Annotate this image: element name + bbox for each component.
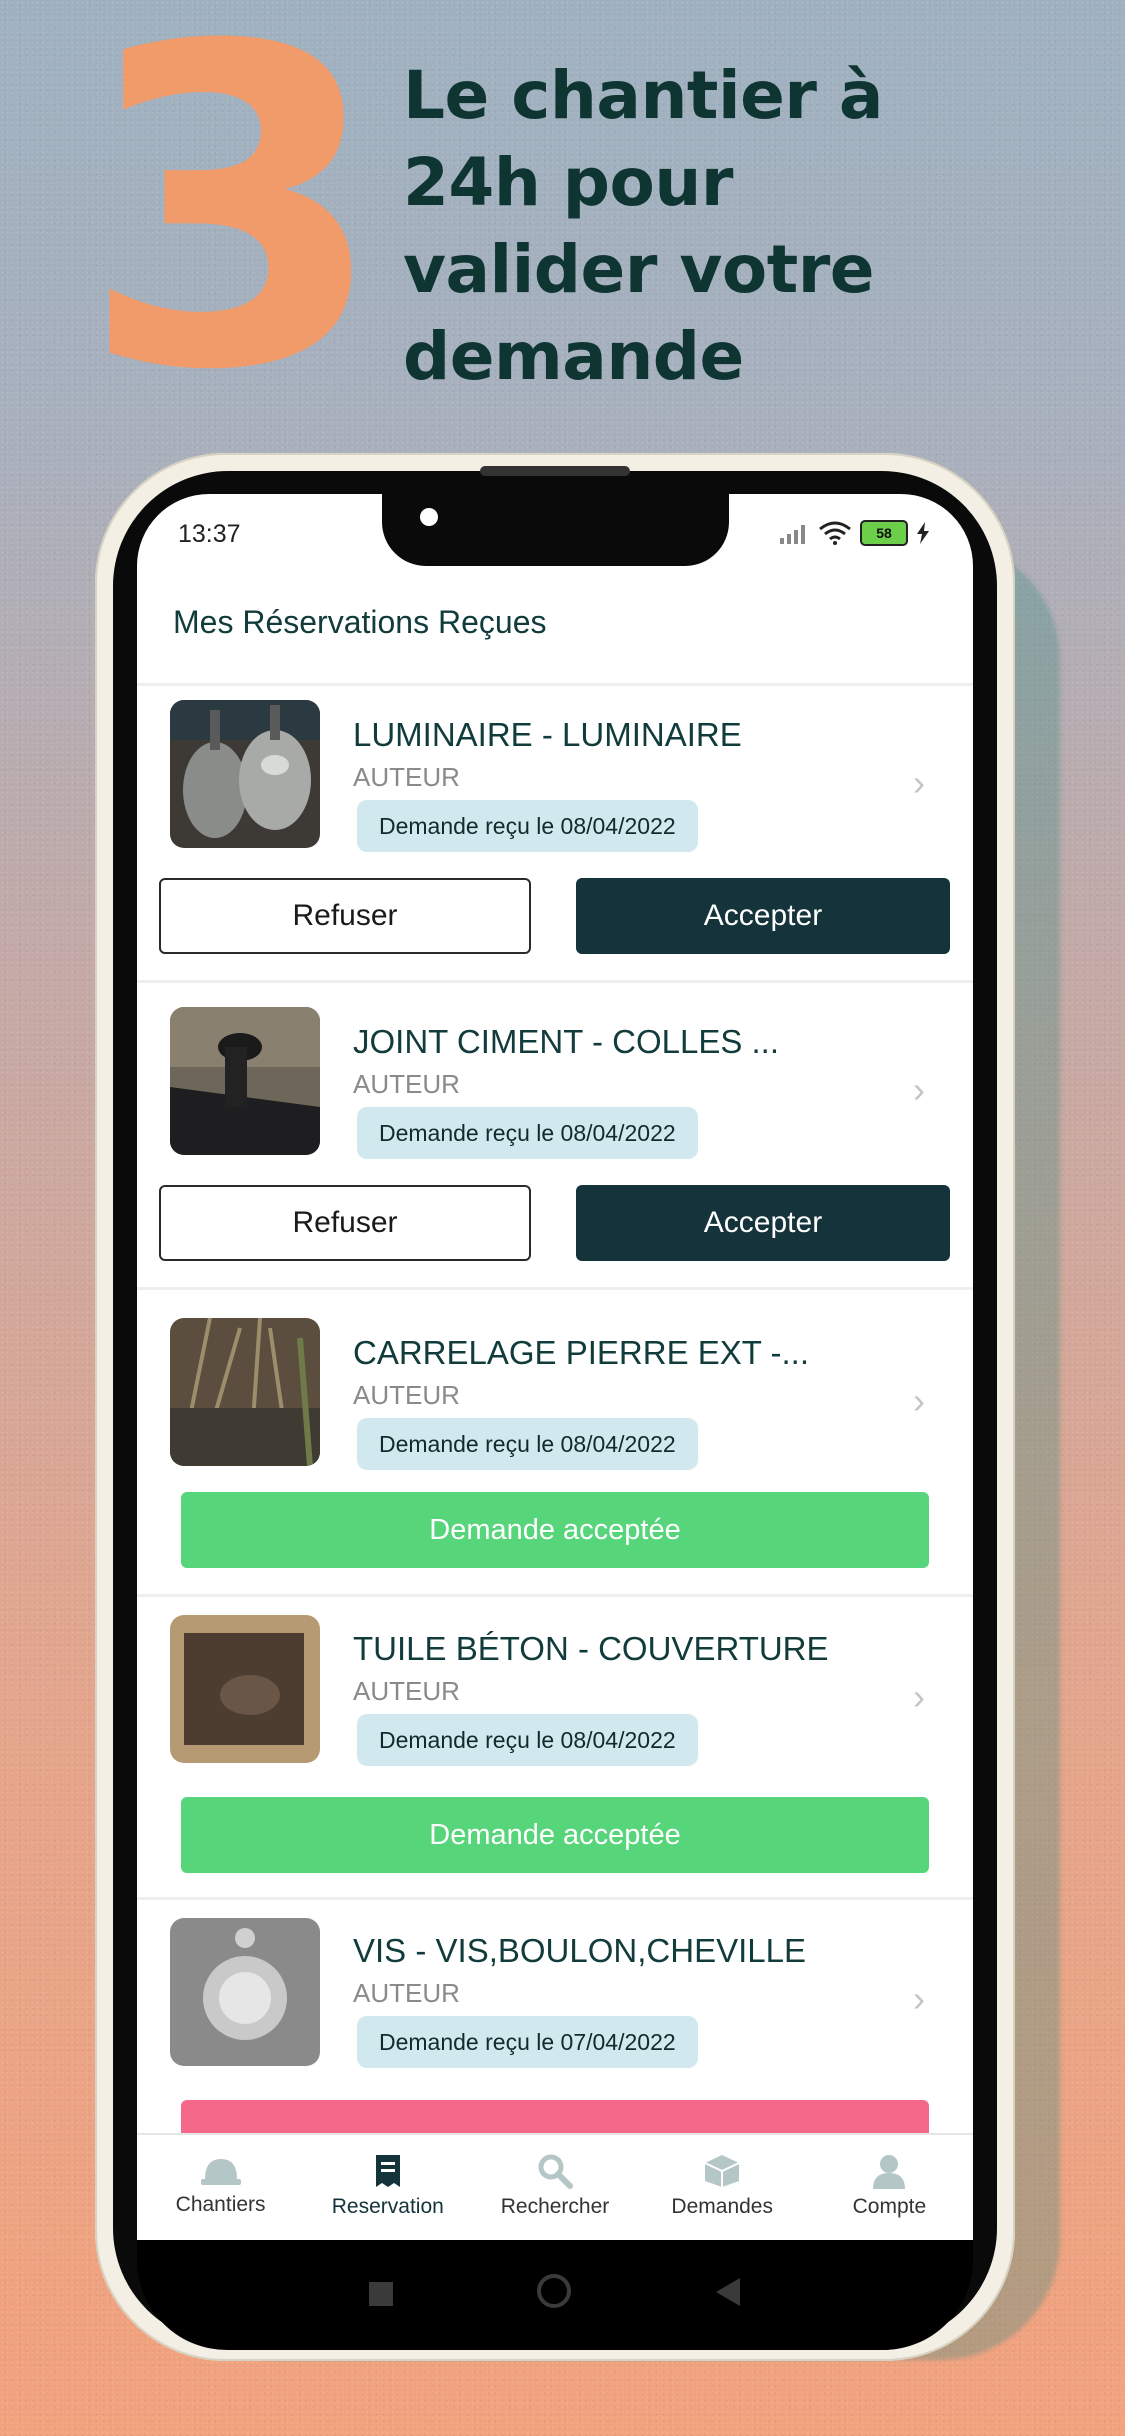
- chevron-right-icon[interactable]: ›: [913, 1676, 925, 1718]
- item-thumbnail[interactable]: [170, 1007, 320, 1155]
- accept-button[interactable]: Accepter: [576, 878, 950, 954]
- status-icons: 58: [780, 518, 930, 548]
- refuse-button[interactable]: Refuser: [159, 878, 531, 954]
- request-date-badge: Demande reçu le 07/04/2022: [357, 2016, 698, 2068]
- home-icon[interactable]: [537, 2274, 571, 2308]
- reservation-card: TUILE BÉTON - COUVERTURE AUTEUR Demande …: [137, 1601, 973, 1900]
- item-title: LUMINAIRE - LUMINAIRE: [353, 716, 742, 753]
- status-time: 13:37: [178, 520, 241, 548]
- receipt-icon: [375, 2155, 400, 2187]
- phone-speaker: [480, 466, 630, 476]
- item-thumbnail[interactable]: [170, 1615, 320, 1763]
- user-icon: [873, 2155, 906, 2189]
- tab-reservation[interactable]: Reservation: [304, 2135, 471, 2242]
- item-title: TUILE BÉTON - COUVERTURE: [353, 1630, 829, 1667]
- headline-line: Le chantier à: [403, 57, 883, 134]
- item-title: JOINT CIMENT - COLLES ...: [353, 1023, 780, 1060]
- phone-notch: [382, 484, 729, 566]
- item-author: AUTEUR: [353, 762, 460, 792]
- recent-apps-icon[interactable]: [369, 2282, 393, 2306]
- page-title: Mes Réservations Reçues: [173, 604, 547, 640]
- item-author: AUTEUR: [353, 1676, 460, 1706]
- item-title: VIS - VIS,BOULON,CHEVILLE: [353, 1932, 806, 1969]
- item-author: AUTEUR: [353, 1978, 460, 2008]
- chevron-right-icon[interactable]: ›: [913, 1380, 925, 1422]
- tab-label: Rechercher: [500, 2195, 610, 2218]
- item-thumbnail[interactable]: [170, 700, 320, 848]
- reservation-card: CARRELAGE PIERRE EXT -... AUTEUR Demande…: [137, 1294, 973, 1597]
- tab-label: Reservation: [331, 2195, 444, 2218]
- headline-line: 24h pour: [403, 144, 733, 221]
- accepted-status-button: Demande acceptée: [181, 1492, 929, 1568]
- chevron-right-icon[interactable]: ›: [913, 762, 925, 804]
- item-author: AUTEUR: [353, 1380, 460, 1410]
- request-date-badge: Demande reçu le 08/04/2022: [357, 1418, 698, 1470]
- tab-label: Chantiers: [175, 2193, 266, 2216]
- app-screen: LUMINAIRE - LUMINAIRE AUTEUR Demande reç…: [137, 494, 973, 2240]
- request-date-badge: Demande reçu le 08/04/2022: [357, 1107, 698, 1159]
- request-date-badge: Demande reçu le 08/04/2022: [357, 1714, 698, 1766]
- tab-label: Compte: [852, 2195, 927, 2218]
- item-thumbnail[interactable]: [170, 1318, 320, 1466]
- box-icon: [704, 2155, 740, 2187]
- search-icon: [538, 2154, 573, 2189]
- tab-compte[interactable]: Compte: [806, 2135, 973, 2242]
- tab-chantiers[interactable]: Chantiers: [137, 2135, 304, 2242]
- charging-icon: [917, 522, 929, 544]
- bottom-tab-bar: Chantiers Reservation Rechercher Demande…: [137, 2133, 973, 2242]
- reservation-card: LUMINAIRE - LUMINAIRE AUTEUR Demande reç…: [137, 680, 973, 983]
- headline-line: demande: [403, 318, 744, 395]
- chevron-right-icon[interactable]: ›: [913, 1978, 925, 2020]
- refuse-button[interactable]: Refuser: [159, 1185, 531, 1261]
- item-thumbnail[interactable]: [170, 1918, 320, 2066]
- chevron-right-icon[interactable]: ›: [913, 1069, 925, 1111]
- reservation-card: JOINT CIMENT - COLLES ... AUTEUR Demande…: [137, 987, 973, 1290]
- tab-label: Demandes: [671, 2195, 773, 2218]
- promo-headline: Le chantier à 24h pour valider votre dem…: [403, 52, 1083, 400]
- header-divider: [137, 683, 973, 686]
- accept-button[interactable]: Accepter: [576, 1185, 950, 1261]
- helmet-icon: [200, 2159, 241, 2185]
- battery-icon: 58: [860, 520, 908, 546]
- accepted-status-button: Demande acceptée: [181, 1797, 929, 1873]
- back-icon[interactable]: [716, 2278, 740, 2306]
- item-title: CARRELAGE PIERRE EXT -...: [353, 1334, 810, 1371]
- tab-demandes[interactable]: Demandes: [639, 2135, 806, 2242]
- signal-icon: [780, 525, 805, 544]
- item-author: AUTEUR: [353, 1069, 460, 1099]
- request-date-badge: Demande reçu le 08/04/2022: [357, 800, 698, 852]
- headline-line: valider votre: [403, 231, 875, 308]
- step-number: 3: [80, 0, 387, 466]
- tab-rechercher[interactable]: Rechercher: [471, 2135, 638, 2242]
- wifi-icon: [819, 521, 851, 545]
- camera-icon: [420, 508, 438, 526]
